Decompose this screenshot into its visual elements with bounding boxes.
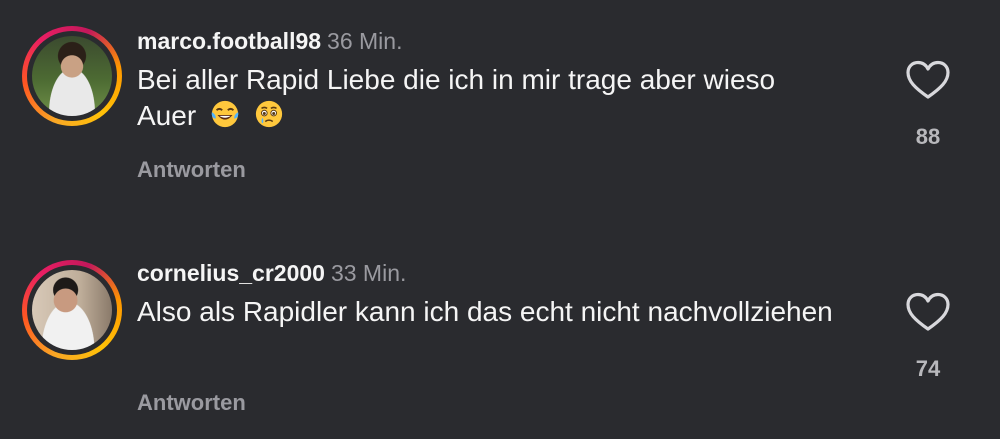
avatar [32,270,112,350]
like-count: 74 [915,356,941,381]
comment-header: marco.football98 36 Min. [137,28,402,55]
avatar [32,36,112,116]
face-holding-back-tears-emoji [255,100,282,128]
username-link[interactable]: cornelius_cr2000 [137,260,325,286]
comment-text: Bei aller Rapid Liebe die ich in mir tra… [137,62,837,134]
comment-timestamp: 36 Min. [327,28,403,54]
reply-button[interactable]: Antworten [137,390,246,416]
comment-text: Also als Rapidler kann ich das echt nich… [137,294,837,330]
heart-outline-icon[interactable] [905,60,951,100]
avatar-story-ring[interactable] [22,26,122,126]
username-link[interactable]: marco.football98 [137,28,321,54]
comment-header: cornelius_cr2000 33 Min. [137,260,406,287]
comment-timestamp: 33 Min. [330,260,407,286]
avatar-story-ring[interactable] [22,260,122,360]
heart-outline-icon[interactable] [905,292,951,332]
reply-button[interactable]: Antworten [137,157,246,183]
like-count: 88 [915,124,941,149]
comment-body: Also als Rapidler kann ich das echt nich… [137,296,833,327]
face-with-tears-of-joy-emoji [211,100,239,128]
